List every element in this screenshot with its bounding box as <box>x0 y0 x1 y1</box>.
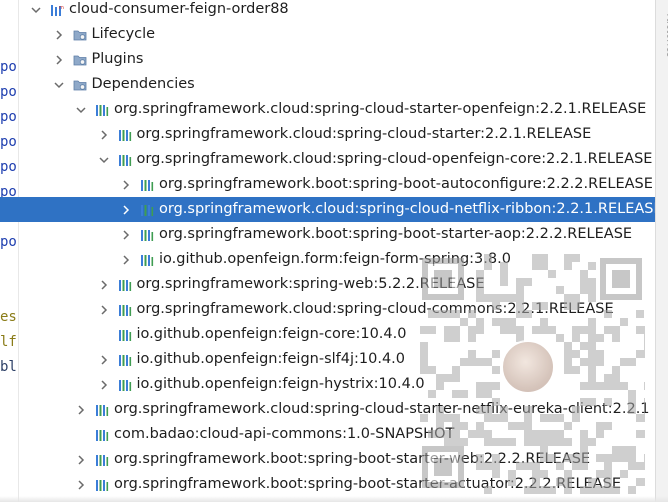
gutter-code-fragment: po <box>0 234 17 250</box>
tree-row-label: Lifecycle <box>91 26 156 42</box>
svg-text:m: m <box>59 5 64 11</box>
chevron-down-icon[interactable] <box>53 79 65 91</box>
tree-row[interactable]: Dependencies <box>18 72 656 97</box>
dependency-icon <box>95 478 109 492</box>
tree-row-label: org.springframework.cloud:spring-cloud-o… <box>136 151 653 167</box>
tree-row[interactable]: org.springframework.cloud:spring-cloud-s… <box>18 397 656 422</box>
gutter-code-fragment: po <box>0 159 17 175</box>
no-children-spacer <box>75 429 87 441</box>
dependency-icon <box>95 103 109 117</box>
tree-row-label: org.springframework.cloud:spring-cloud-s… <box>136 126 592 142</box>
dependency-icon <box>95 428 109 442</box>
gutter-code-fragment: po <box>0 59 17 75</box>
dependency-icon <box>140 253 154 267</box>
chevron-down-icon[interactable] <box>98 154 110 166</box>
tree-row-label: io.github.openfeign:feign-hystrix:10.4.0 <box>136 376 425 392</box>
tree-row-label: org.springframework.boot:spring-boot-sta… <box>114 451 591 467</box>
dependency-icon <box>118 128 132 142</box>
tree-row-label: org.springframework.boot:spring-boot-aut… <box>159 176 653 192</box>
dependency-icon <box>118 378 132 392</box>
chevron-right-icon[interactable] <box>120 229 132 241</box>
chevron-right-icon[interactable] <box>53 29 65 41</box>
tree-row-label: cloud-consumer-feign-order88 <box>69 1 289 17</box>
tree-row-label: org.springframework.cloud:spring-cloud-s… <box>114 401 650 417</box>
chevron-right-icon[interactable] <box>98 354 110 366</box>
tree-row[interactable]: io.github.openfeign:feign-slf4j:10.4.0 <box>18 347 656 372</box>
right-tool-strip[interactable]: ractories <box>655 0 668 502</box>
tree-row-label: Dependencies <box>91 76 195 92</box>
chevron-right-icon[interactable] <box>120 204 132 216</box>
chevron-right-icon[interactable] <box>75 454 87 466</box>
maven-dependency-tree: m cloud-consumer-feign-order88 Lifecycle Pl… <box>0 0 668 502</box>
dependency-icon <box>118 303 132 317</box>
tree-row-label: com.badao:cloud-api-commons:1.0-SNAPSHOT <box>114 426 455 442</box>
gutter-code-fragment: es <box>0 309 17 325</box>
gutter-code-fragment: lf <box>0 334 17 350</box>
dependency-icon <box>118 353 132 367</box>
tree-row-label: org.springframework.boot:spring-boot-sta… <box>159 226 633 242</box>
chevron-right-icon[interactable] <box>98 129 110 141</box>
tree-row-label: org.springframework.cloud:spring-cloud-s… <box>114 101 647 117</box>
right-strip-label: ractories <box>664 13 668 58</box>
chevron-right-icon[interactable] <box>98 304 110 316</box>
tree-row[interactable]: io.github.openfeign:feign-hystrix:10.4.0 <box>18 372 656 397</box>
tree-row-label: org.springframework.cloud:spring-cloud-c… <box>136 301 614 317</box>
gutter-code-fragment: po <box>0 84 17 100</box>
gutter-code-fragment: po <box>0 109 17 125</box>
tree-row[interactable]: org.springframework.cloud:spring-cloud-s… <box>18 122 656 147</box>
chevron-right-icon[interactable] <box>98 379 110 391</box>
tree-row[interactable]: io.github.openfeign.form:feign-form-spri… <box>18 247 656 272</box>
tree-row[interactable]: org.springframework.cloud:spring-cloud-s… <box>18 97 656 122</box>
tree-row[interactable]: Plugins <box>18 47 656 72</box>
tree-row[interactable]: org.springframework.cloud:spring-cloud-o… <box>18 147 656 172</box>
dependency-icon <box>95 453 109 467</box>
avatar <box>501 340 555 394</box>
tree-row-label: org.springframework.boot:spring-boot-sta… <box>114 476 621 492</box>
tree-row[interactable]: org.springframework.boot:spring-boot-sta… <box>18 222 656 247</box>
tree-row[interactable]: com.badao:cloud-api-commons:1.0-SNAPSHOT <box>18 422 656 447</box>
gutter-code-fragment: po <box>0 134 17 150</box>
tree-row[interactable]: org.springframework.boot:spring-boot-aut… <box>18 172 656 197</box>
dependency-icon <box>118 278 132 292</box>
chevron-down-icon[interactable] <box>30 4 42 16</box>
tree-row[interactable]: org.springframework.boot:spring-boot-sta… <box>18 447 656 472</box>
dependency-icon <box>140 228 154 242</box>
tree-row-selected[interactable]: org.springframework.cloud:spring-cloud-n… <box>0 197 668 222</box>
chevron-right-icon[interactable] <box>98 279 110 291</box>
tree-row[interactable]: org.springframework.cloud:spring-cloud-c… <box>18 297 656 322</box>
tree-row-label: io.github.openfeign:feign-core:10.4.0 <box>136 326 407 342</box>
folder-icon <box>73 78 87 92</box>
dependency-icon <box>95 403 109 417</box>
folder-icon <box>73 53 87 67</box>
tree-row-label: Plugins <box>91 51 144 67</box>
chevron-right-icon[interactable] <box>53 54 65 66</box>
chevron-right-icon[interactable] <box>120 179 132 191</box>
tree-row-label: org.springframework.cloud:spring-cloud-n… <box>159 201 663 217</box>
tree-row[interactable]: org.springframework.boot:spring-boot-sta… <box>18 472 656 497</box>
tree-row[interactable]: Lifecycle <box>18 22 656 47</box>
chevron-down-icon[interactable] <box>75 104 87 116</box>
tree-row-label: org.springframework:spring-web:5.2.2.REL… <box>136 276 485 292</box>
chevron-right-icon[interactable] <box>75 404 87 416</box>
dependency-icon <box>140 203 154 217</box>
folder-icon <box>73 28 87 42</box>
module-icon: m <box>50 3 64 17</box>
bottom-edge <box>0 496 668 502</box>
tree-row[interactable]: io.github.openfeign:feign-core:10.4.0 <box>18 322 656 347</box>
tree-row[interactable]: org.springframework:spring-web:5.2.2.REL… <box>18 272 656 297</box>
tree-row-label: io.github.openfeign.form:feign-form-spri… <box>159 251 511 267</box>
chevron-right-icon[interactable] <box>75 479 87 491</box>
editor-gutter: po po po po po po po es lf bl <box>0 0 19 502</box>
gutter-code-fragment: bl <box>0 359 17 375</box>
dependency-icon <box>140 178 154 192</box>
dependency-icon <box>118 328 132 342</box>
dependency-icon <box>118 153 132 167</box>
chevron-right-icon[interactable] <box>120 254 132 266</box>
no-children-spacer <box>98 329 110 341</box>
tree-row-label: io.github.openfeign:feign-slf4j:10.4.0 <box>136 351 406 367</box>
tree-row[interactable]: m cloud-consumer-feign-order88 <box>18 0 656 22</box>
